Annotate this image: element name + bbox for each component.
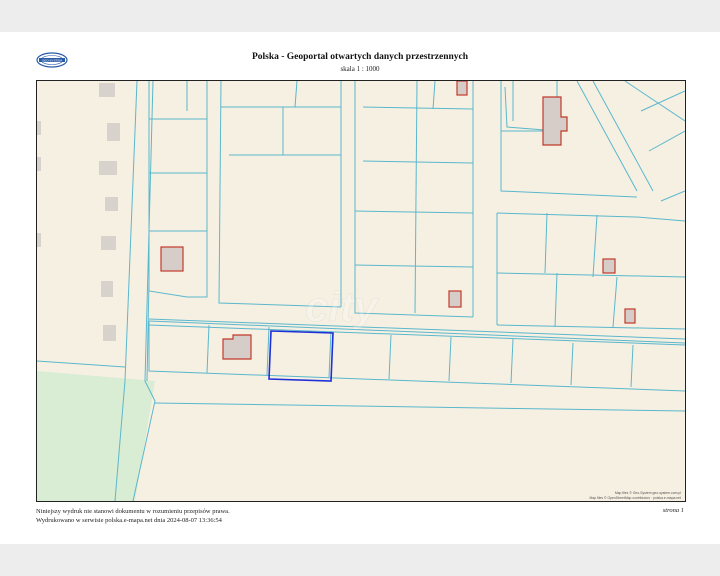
page-number: strona 1 — [662, 507, 684, 514]
grey-blocks — [37, 83, 120, 341]
disclaimer-text: Niniejszy wydruk nie stanowi dokumentu w… — [36, 508, 230, 515]
map-attribution-1: Map files © Geo-System geo-system.com.pl — [614, 491, 681, 495]
footer-notes: Niniejszy wydruk nie stanowi dokumentu w… — [36, 507, 230, 525]
map-attribution-2: Map files © OpenStreetMap contributors ·… — [589, 496, 681, 500]
map-frame[interactable]: city Map files © Geo-System geo-system.c… — [36, 80, 686, 502]
svg-text:city: city — [305, 283, 380, 330]
page-title: Polska - Geoportal otwartych danych prze… — [251, 52, 469, 62]
cadastral-map[interactable]: city — [37, 81, 685, 501]
buildings — [160, 81, 636, 360]
watermark: city — [305, 283, 381, 331]
selected-parcel[interactable] — [268, 330, 334, 382]
print-info-text: Wydrukowano w serwisie polska.e-mapa.net… — [36, 517, 222, 524]
map-scale: skala 1 : 1000 — [340, 65, 380, 73]
print-page: GEO-SYSTEM Polska - Geoportal otwartych … — [0, 32, 720, 544]
